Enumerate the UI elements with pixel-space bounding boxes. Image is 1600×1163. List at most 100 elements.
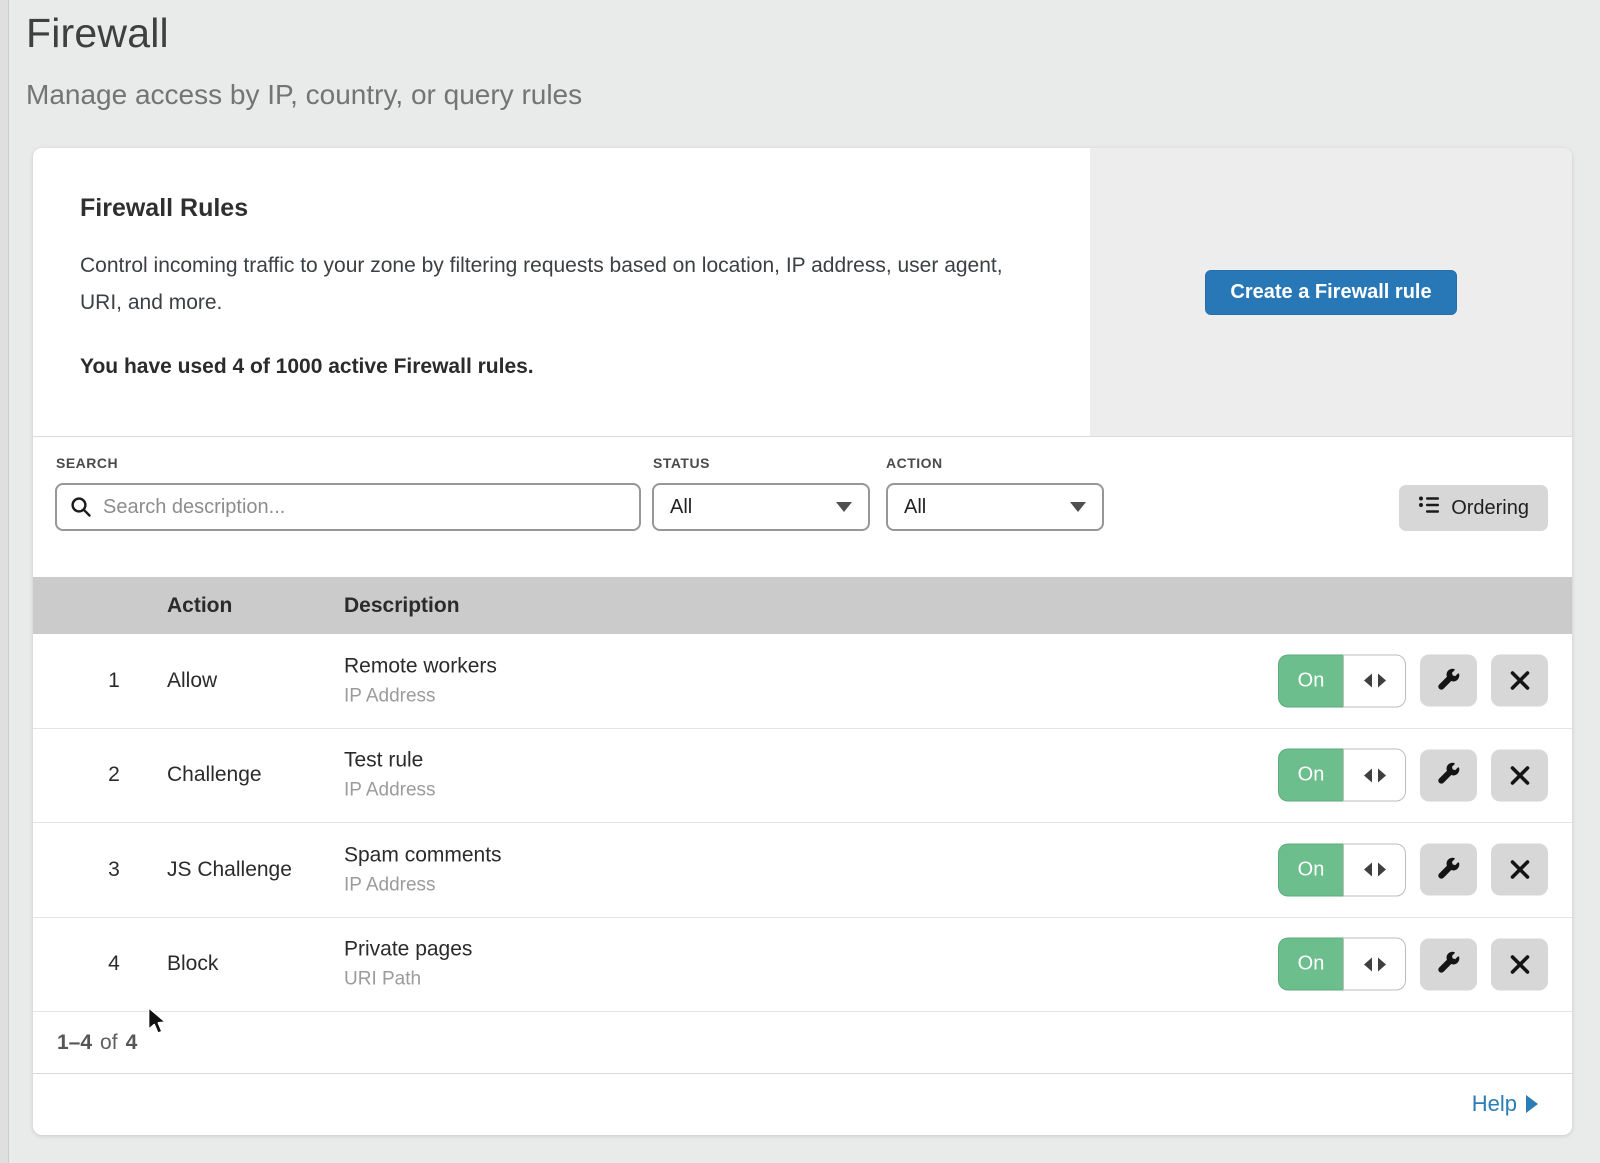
rule-action: Block xyxy=(167,952,218,976)
rule-description: Private pages URI Path xyxy=(344,938,472,991)
rule-match-field: URI Path xyxy=(344,969,472,991)
wrench-icon xyxy=(1436,857,1461,882)
table-header: Action Description xyxy=(33,577,1572,634)
table-row: 2 Challenge Test rule IP Address On xyxy=(33,729,1572,824)
toggle-handle[interactable] xyxy=(1343,938,1406,991)
table-row: 1 Allow Remote workers IP Address On xyxy=(33,634,1572,729)
filters-section: SEARCH STATUS ACTION All All xyxy=(33,437,1572,577)
edit-rule-button[interactable] xyxy=(1420,749,1477,801)
rule-description: Remote workers IP Address xyxy=(344,654,497,707)
status-select-value: All xyxy=(670,496,692,519)
x-icon xyxy=(1509,764,1531,786)
pagination-of: of xyxy=(100,1031,118,1055)
rule-description-title: Spam comments xyxy=(344,843,502,867)
search-input[interactable] xyxy=(55,483,641,531)
wrench-icon xyxy=(1436,668,1461,693)
rule-enabled-toggle[interactable]: On xyxy=(1278,749,1406,802)
rule-controls: On xyxy=(1278,654,1548,707)
delete-rule-button[interactable] xyxy=(1491,844,1548,896)
rule-action: Challenge xyxy=(167,763,262,787)
delete-rule-button[interactable] xyxy=(1491,938,1548,990)
create-firewall-rule-button[interactable]: Create a Firewall rule xyxy=(1205,270,1456,315)
caret-right-icon xyxy=(1526,1095,1538,1113)
help-link-label: Help xyxy=(1472,1091,1517,1117)
action-label: ACTION xyxy=(886,455,943,471)
edit-rule-button[interactable] xyxy=(1420,655,1477,707)
rule-description: Spam comments IP Address xyxy=(344,843,502,896)
section-description: Control incoming traffic to your zone by… xyxy=(80,247,1040,321)
rule-description-title: Test rule xyxy=(344,749,436,773)
section-heading: Firewall Rules xyxy=(80,194,1090,223)
ordering-button-label: Ordering xyxy=(1451,497,1529,520)
reorder-arrows-icon xyxy=(1364,957,1386,971)
toggle-on-label[interactable]: On xyxy=(1278,843,1343,896)
search-field-wrap xyxy=(55,483,641,531)
toggle-on-label[interactable]: On xyxy=(1278,749,1343,802)
edit-rule-button[interactable] xyxy=(1420,938,1477,990)
rules-table-body: 1 Allow Remote workers IP Address On xyxy=(33,634,1572,1012)
x-icon xyxy=(1509,859,1531,881)
status-select[interactable]: All xyxy=(652,483,870,531)
pagination-bar: 1–4 of 4 xyxy=(33,1012,1572,1074)
column-header-description: Description xyxy=(344,594,460,618)
delete-rule-button[interactable] xyxy=(1491,655,1548,707)
rule-controls: On xyxy=(1278,749,1548,802)
rule-match-field: IP Address xyxy=(344,780,436,802)
overview-section: Firewall Rules Control incoming traffic … xyxy=(33,148,1572,437)
action-select[interactable]: All xyxy=(886,483,1104,531)
toggle-on-label[interactable]: On xyxy=(1278,654,1343,707)
wrench-icon xyxy=(1436,763,1461,788)
wrench-icon xyxy=(1436,952,1461,977)
rule-action: JS Challenge xyxy=(167,858,292,882)
caret-down-icon xyxy=(1070,502,1086,512)
page-subtitle: Manage access by IP, country, or query r… xyxy=(26,79,582,111)
rule-enabled-toggle[interactable]: On xyxy=(1278,938,1406,991)
ordered-list-icon xyxy=(1418,494,1440,522)
rule-controls: On xyxy=(1278,843,1548,896)
rule-match-field: IP Address xyxy=(344,874,502,896)
rule-description-title: Private pages xyxy=(344,938,472,962)
edit-rule-button[interactable] xyxy=(1420,844,1477,896)
rule-match-field: IP Address xyxy=(344,685,497,707)
rule-description: Test rule IP Address xyxy=(344,749,436,802)
help-link[interactable]: Help xyxy=(1472,1091,1538,1117)
toggle-handle[interactable] xyxy=(1343,654,1406,707)
toggle-on-label[interactable]: On xyxy=(1278,938,1343,991)
x-icon xyxy=(1509,953,1531,975)
reorder-arrows-icon xyxy=(1364,674,1386,688)
caret-down-icon xyxy=(836,502,852,512)
x-icon xyxy=(1509,670,1531,692)
rule-description-title: Remote workers xyxy=(344,654,497,678)
usage-note: You have used 4 of 1000 active Firewall … xyxy=(80,355,1090,379)
overview-text: Firewall Rules Control incoming traffic … xyxy=(33,148,1090,436)
pagination-range: 1–4 xyxy=(57,1031,92,1055)
reorder-arrows-icon xyxy=(1364,863,1386,877)
ordering-button[interactable]: Ordering xyxy=(1399,485,1548,531)
toggle-handle[interactable] xyxy=(1343,843,1406,896)
table-row: 4 Block Private pages URI Path On xyxy=(33,918,1572,1013)
rule-enabled-toggle[interactable]: On xyxy=(1278,843,1406,896)
status-label: STATUS xyxy=(653,455,710,471)
pagination-total: 4 xyxy=(126,1031,138,1055)
rule-priority: 2 xyxy=(101,763,127,787)
toggle-handle[interactable] xyxy=(1343,749,1406,802)
help-bar: Help xyxy=(33,1074,1572,1134)
rule-priority: 3 xyxy=(101,858,127,882)
delete-rule-button[interactable] xyxy=(1491,749,1548,801)
rule-priority: 4 xyxy=(101,952,127,976)
page-title: Firewall xyxy=(26,10,582,57)
rule-priority: 1 xyxy=(101,669,127,693)
create-rule-panel: Create a Firewall rule xyxy=(1090,148,1572,436)
page-header: Firewall Manage access by IP, country, o… xyxy=(26,10,582,111)
rule-enabled-toggle[interactable]: On xyxy=(1278,654,1406,707)
page-left-edge xyxy=(0,0,9,1163)
reorder-arrows-icon xyxy=(1364,768,1386,782)
search-icon xyxy=(70,496,92,523)
column-header-action: Action xyxy=(167,594,232,618)
action-select-value: All xyxy=(904,496,926,519)
table-row: 3 JS Challenge Spam comments IP Address … xyxy=(33,823,1572,918)
rule-controls: On xyxy=(1278,938,1548,991)
firewall-rules-card: Firewall Rules Control incoming traffic … xyxy=(33,148,1572,1135)
rule-action: Allow xyxy=(167,669,217,693)
search-label: SEARCH xyxy=(56,455,118,471)
